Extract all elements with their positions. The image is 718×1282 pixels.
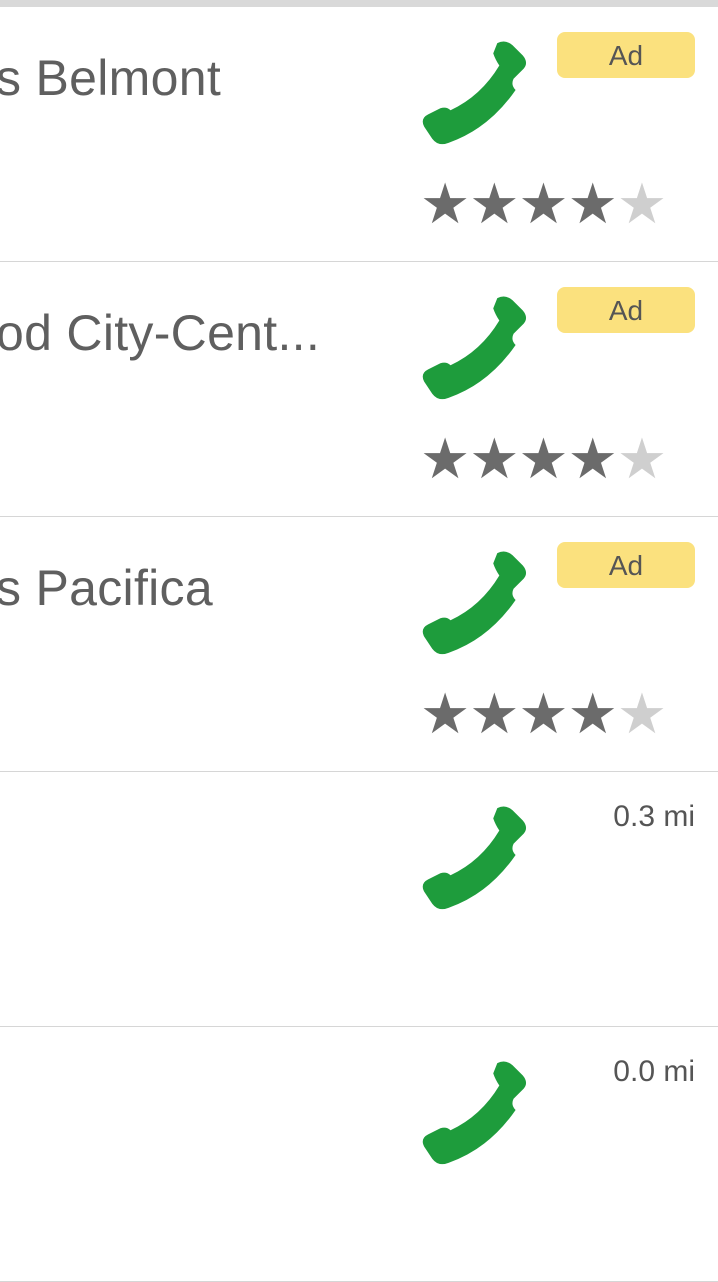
listing-title: od City-Cent... (0, 305, 321, 361)
star-empty-icon: ★ (616, 172, 667, 237)
star-filled-icon: ★ (420, 172, 470, 237)
phone-icon (422, 296, 527, 400)
star-empty-icon: ★ (616, 682, 667, 747)
list-item[interactable]: s Belmont Ad ★★★★★ (0, 7, 718, 262)
star-filled-icon: ★ (567, 172, 618, 237)
listing-title: s Belmont (0, 50, 222, 106)
call-button[interactable] (418, 1057, 540, 1169)
star-filled-icon: ★ (567, 427, 618, 492)
star-rating: ★★★★★ (420, 172, 667, 237)
distance-label: 0.0 mi (613, 1055, 695, 1088)
call-button[interactable] (418, 292, 540, 404)
phone-icon (422, 806, 527, 910)
star-filled-icon: ★ (469, 172, 519, 237)
star-filled-icon: ★ (469, 682, 519, 747)
star-filled-icon: ★ (469, 427, 519, 492)
call-button[interactable] (418, 37, 540, 149)
phone-icon (422, 1061, 527, 1165)
list-item[interactable]: od City-Cent... Ad ★★★★★ (0, 262, 718, 517)
ad-badge: Ad (557, 32, 695, 78)
star-filled-icon: ★ (420, 427, 470, 492)
list-item[interactable]: 0.3 mi (0, 772, 718, 1027)
ad-badge: Ad (557, 542, 695, 588)
call-button[interactable] (418, 547, 540, 659)
star-filled-icon: ★ (567, 682, 618, 747)
star-rating: ★★★★★ (420, 427, 667, 492)
star-filled-icon: ★ (518, 172, 568, 237)
listing-title: s Pacifica (0, 560, 213, 616)
star-rating: ★★★★★ (420, 682, 667, 747)
distance-label: 0.3 mi (613, 800, 695, 833)
call-button[interactable] (418, 802, 540, 914)
list-item[interactable]: s Pacifica Ad ★★★★★ (0, 517, 718, 772)
list-item[interactable]: 0.0 mi (0, 1027, 718, 1282)
phone-icon (422, 41, 527, 145)
ad-badge: Ad (557, 287, 695, 333)
top-divider (0, 0, 718, 7)
star-empty-icon: ★ (616, 427, 667, 492)
phone-icon (422, 551, 527, 655)
star-filled-icon: ★ (420, 682, 470, 747)
star-filled-icon: ★ (518, 427, 568, 492)
star-filled-icon: ★ (518, 682, 568, 747)
